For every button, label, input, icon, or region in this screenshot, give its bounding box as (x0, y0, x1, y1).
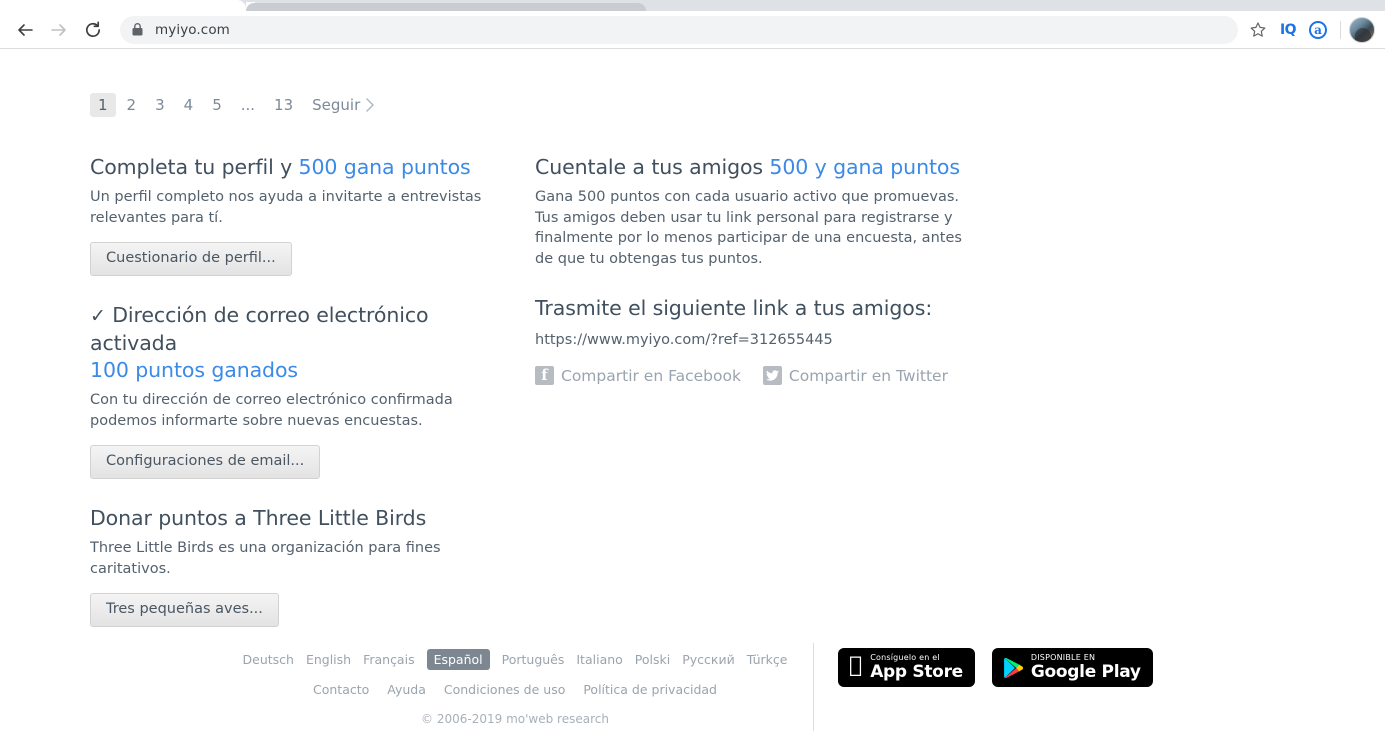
iq-extension-icon[interactable]: IQ (1274, 16, 1302, 44)
pagination-page-4[interactable]: 4 (176, 93, 202, 117)
page-content: 1 2 3 4 5 ... 13 Seguir Completa tu perf… (0, 49, 1385, 732)
title-highlight: 100 puntos ganados (90, 358, 298, 382)
section-title-complete-profile: Completa tu perfil y 500 gana puntos (90, 154, 510, 181)
language-portugues[interactable]: Português (502, 652, 565, 667)
browser-toolbar: myiyo.com IQ a (0, 11, 1385, 49)
tab-strip (0, 0, 1385, 11)
alexa-extension-icon[interactable]: a (1304, 16, 1332, 44)
browser-tab-active[interactable] (0, 0, 255, 11)
pagination: 1 2 3 4 5 ... 13 Seguir (90, 93, 380, 117)
section-email-activated: ✓ Dirección de correo electrónico activa… (90, 302, 510, 479)
reload-button[interactable] (78, 15, 108, 45)
pagination-next-button[interactable]: Seguir (304, 93, 380, 117)
browser-chrome: myiyo.com IQ a (0, 0, 1385, 49)
left-column: Completa tu perfil y 500 gana puntos Un … (90, 154, 510, 627)
facebook-icon: f (535, 366, 554, 385)
app-store-badge[interactable]:  Consíguelo en el App Store (838, 648, 975, 687)
toolbar-divider (1340, 20, 1341, 39)
section-body-email-activated: Con tu dirección de correo electrónico c… (90, 392, 453, 429)
share-row: f Compartir en Facebook Compartir en Twi… (535, 366, 965, 385)
forward-button[interactable] (44, 15, 74, 45)
twitter-icon (762, 366, 782, 385)
language-polski[interactable]: Polski (635, 652, 670, 667)
pagination-page-5[interactable]: 5 (204, 93, 230, 117)
title-text: Dirección de correo electrónico activada (90, 303, 429, 355)
address-bar[interactable]: myiyo.com (120, 15, 1238, 44)
avatar[interactable] (1349, 16, 1375, 43)
google-play-big: Google Play (1017, 662, 1141, 682)
footer-divider (813, 643, 814, 731)
referral-link-title: Trasmite el siguiente link a tus amigos: (535, 296, 933, 320)
iq-extension-label: IQ (1279, 21, 1297, 38)
language-deutsch[interactable]: Deutsch (243, 652, 294, 667)
share-twitter-button[interactable]: Compartir en Twitter (762, 366, 948, 385)
share-facebook-button[interactable]: f Compartir en Facebook (535, 366, 741, 385)
email-settings-button[interactable]: Configuraciones de email... (90, 445, 321, 479)
google-play-text: DISPONIBLE EN Google Play (1031, 654, 1141, 681)
footer-link-privacidad[interactable]: Política de privacidad (583, 682, 717, 697)
section-body-donate-points: Three Little Birds es una organización p… (90, 540, 441, 577)
title-highlight: 500 gana puntos (298, 155, 471, 179)
referral-url: https://www.myiyo.com/?ref=312655445 (535, 332, 833, 348)
back-arrow-icon (18, 23, 33, 36)
footer-link-ayuda[interactable]: Ayuda (387, 682, 426, 697)
language-espanol[interactable]: Español (426, 649, 490, 670)
google-play-small: DISPONIBLE EN (1017, 653, 1095, 662)
google-play-icon (1003, 657, 1023, 679)
browser-tab-inactive[interactable] (246, 3, 646, 11)
three-little-birds-button[interactable]: Tres pequeñas aves... (90, 593, 279, 627)
star-icon (1250, 21, 1266, 37)
language-russian[interactable]: Русский (682, 652, 734, 667)
title-text: Cuentale a tus amigos (535, 155, 770, 179)
back-button[interactable] (10, 15, 40, 45)
app-store-text: Consíguelo en el App Store (870, 654, 963, 681)
language-english[interactable]: English (306, 652, 351, 667)
section-body-refer-friends: Gana 500 puntos con cada usuario activo … (535, 189, 962, 267)
app-store-big: App Store (857, 662, 963, 682)
language-turkce[interactable]: Türkçe (747, 652, 788, 667)
share-facebook-label: Compartir en Facebook (561, 366, 741, 385)
pagination-page-1[interactable]: 1 (90, 93, 116, 117)
section-complete-profile: Completa tu perfil y 500 gana puntos Un … (90, 154, 510, 276)
footer-link-condiciones[interactable]: Condiciones de uso (444, 682, 565, 697)
reload-icon (85, 21, 101, 37)
lock-icon (132, 23, 143, 36)
pagination-ellipsis: ... (240, 96, 256, 114)
title-text: Completa tu perfil y (90, 155, 299, 179)
pagination-page-13[interactable]: 13 (266, 93, 301, 117)
bookmark-star-button[interactable] (1244, 16, 1272, 44)
alexa-extension-label: a (1309, 20, 1327, 39)
app-badges:  Consíguelo en el App Store (838, 648, 1153, 687)
section-title-donate-points: Donar puntos a Three Little Birds (90, 506, 427, 530)
right-column: Cuentale a tus amigos 500 y gana puntos … (535, 154, 965, 385)
section-title-refer-friends: Cuentale a tus amigos 500 y gana puntos (535, 154, 965, 181)
check-icon: ✓ (90, 305, 106, 327)
section-title-email-activated: ✓ Dirección de correo electrónico activa… (90, 302, 510, 384)
language-francais[interactable]: Français (363, 652, 415, 667)
url-text: myiyo.com (155, 21, 230, 38)
pagination-page-2[interactable]: 2 (119, 93, 145, 117)
google-play-badge[interactable]: DISPONIBLE EN Google Play (991, 648, 1153, 687)
pagination-next-label: Seguir (312, 96, 361, 114)
section-body-complete-profile: Un perfil completo nos ayuda a invitarte… (90, 189, 482, 226)
section-donate-points: Donar puntos a Three Little Birds Three … (90, 505, 510, 627)
apple-icon:  (849, 655, 862, 677)
pagination-page-3[interactable]: 3 (147, 93, 173, 117)
chevron-right-icon (366, 98, 375, 112)
title-highlight: 500 y gana puntos (769, 155, 960, 179)
footer-link-contacto[interactable]: Contacto (313, 682, 369, 697)
share-twitter-label: Compartir en Twitter (788, 366, 948, 385)
language-italiano[interactable]: Italiano (576, 652, 622, 667)
forward-arrow-icon (51, 23, 66, 36)
app-store-small: Consíguelo en el (857, 653, 939, 662)
footer: Deutsch English Français Español Portugu… (0, 634, 1385, 732)
profile-questionnaire-button[interactable]: Cuestionario de perfil... (90, 242, 292, 276)
toolbar-actions: IQ a (1244, 16, 1375, 44)
copyright: © 2006-2019 mo'web research (421, 712, 609, 726)
